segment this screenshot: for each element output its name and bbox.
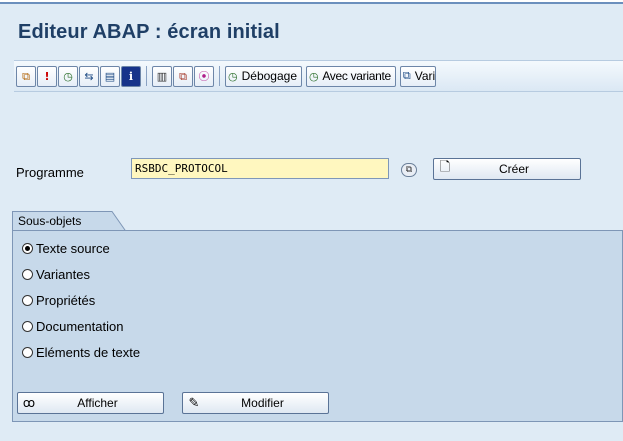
- create-button[interactable]: 🗋 Créer: [433, 158, 581, 180]
- program-label: Programme: [16, 165, 84, 180]
- radio-button[interactable]: [22, 321, 33, 332]
- radio-source-text[interactable]: Texte source: [22, 241, 110, 256]
- radio-label: Variantes: [36, 267, 90, 282]
- variants-button-label: Vari: [414, 69, 436, 83]
- subobjects-title: Sous-objets: [18, 214, 82, 228]
- radio-properties[interactable]: Propriétés: [22, 293, 95, 308]
- info-exclamation-icon[interactable]: !: [37, 65, 57, 87]
- variants-icon: ⧉: [402, 69, 411, 82]
- toolbar-separator: [219, 66, 220, 86]
- radio-button[interactable]: [22, 295, 33, 306]
- delete-icon[interactable]: ▥: [152, 65, 172, 87]
- radio-label: Eléments de texte: [36, 345, 141, 360]
- execute-clock-icon: ◷: [228, 69, 238, 83]
- debug-button[interactable]: ◷ Débogage: [225, 65, 302, 87]
- glasses-icon: ꝏ: [22, 396, 36, 410]
- with-variant-button-label: Avec variante: [322, 69, 391, 83]
- display-object-icon[interactable]: ▤: [100, 65, 120, 87]
- display-button[interactable]: ꝏ Afficher: [17, 392, 164, 414]
- application-toolbar: ⧉ ! ◷ ⇆ ▤ i ▥ ⧉ ⦿ ◷ Débogage ◷ Avec vari…: [14, 60, 623, 92]
- variants-button[interactable]: ⧉ Vari: [399, 65, 437, 87]
- radio-button[interactable]: [22, 347, 33, 358]
- information-icon[interactable]: i: [121, 65, 141, 87]
- copy-icon[interactable]: ⧉: [173, 65, 193, 87]
- radio-variants[interactable]: Variantes: [22, 267, 90, 282]
- radio-text-elements[interactable]: Eléments de texte: [22, 345, 140, 360]
- create-button-label: Créer: [498, 162, 529, 176]
- new-document-icon: 🗋: [439, 160, 451, 175]
- execute-clock-icon[interactable]: ◷: [58, 65, 78, 87]
- window-top-border: [0, 0, 623, 6]
- check-icon[interactable]: ⦿: [194, 65, 214, 87]
- with-variant-button[interactable]: ◷ Avec variante: [306, 65, 396, 87]
- display-button-label: Afficher: [77, 396, 118, 410]
- change-button-label: Modifier: [241, 396, 284, 410]
- radio-documentation[interactable]: Documentation: [22, 319, 123, 334]
- where-used-icon[interactable]: ⇆: [79, 65, 99, 87]
- radio-label: Texte source: [36, 241, 110, 256]
- page-title: Editeur ABAP : écran initial: [18, 21, 280, 43]
- radio-button[interactable]: [22, 243, 33, 254]
- radio-selected-dot: [25, 246, 30, 251]
- radio-label: Documentation: [36, 319, 124, 334]
- change-button[interactable]: ✎ Modifier: [182, 392, 329, 414]
- radio-label: Propriétés: [36, 293, 96, 308]
- radio-button[interactable]: [22, 269, 33, 280]
- debug-button-label: Débogage: [241, 69, 297, 83]
- value-help-icon[interactable]: ⧉: [401, 163, 417, 177]
- pencil-icon: ✎: [188, 395, 200, 411]
- toolbar-separator: [146, 66, 147, 86]
- execute-clock-icon: ◷: [309, 69, 319, 83]
- program-name-input[interactable]: RSBDC_PROTOCOL: [131, 158, 389, 179]
- object-list-icon[interactable]: ⧉: [16, 65, 36, 87]
